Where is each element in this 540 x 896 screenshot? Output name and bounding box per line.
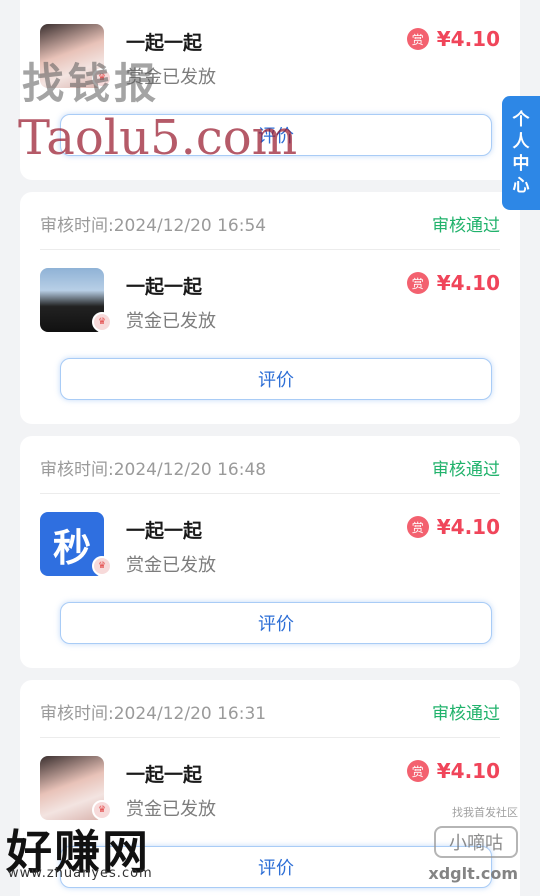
review-status: 审核通过 bbox=[432, 216, 500, 236]
reward-amount: ¥4.10 bbox=[436, 27, 500, 51]
card-header: 审核时间:2024/12/20 16:48 审核通过 bbox=[40, 436, 500, 494]
task-card: ♛ 一起一起 赏金已发放 赏 ¥4.10 评价 bbox=[20, 0, 520, 180]
rate-button[interactable]: 评价 bbox=[60, 846, 492, 888]
reward-icon: 赏 bbox=[406, 760, 429, 782]
task-status-text: 赏金已发放 bbox=[126, 799, 216, 820]
card-header: 审核时间:2024/12/20 16:31 审核通过 bbox=[40, 680, 500, 738]
vip-badge-icon: ♛ bbox=[92, 556, 112, 576]
review-time: 审核时间:2024/12/20 16:54 bbox=[40, 216, 267, 236]
reward-icon: 赏 bbox=[406, 516, 429, 538]
vip-badge-icon: ♛ bbox=[92, 68, 112, 88]
reward-icon: 赏 bbox=[406, 272, 429, 294]
task-title: 一起一起 bbox=[126, 520, 203, 542]
side-tab-char: 心 bbox=[512, 176, 530, 196]
review-status: 审核通过 bbox=[432, 704, 500, 724]
reward: 赏 ¥4.10 bbox=[406, 759, 500, 783]
task-card: 审核时间:2024/12/20 16:48 审核通过 秒 ♛ 一起一起 赏金已发… bbox=[20, 436, 520, 668]
reward-amount: ¥4.10 bbox=[436, 515, 500, 539]
card-header: 审核时间:2024/12/20 16:54 审核通过 bbox=[40, 192, 500, 250]
task-title: 一起一起 bbox=[126, 764, 203, 786]
review-time: 审核时间:2024/12/20 16:31 bbox=[40, 704, 267, 724]
task-title: 一起一起 bbox=[126, 276, 203, 298]
task-status-text: 赏金已发放 bbox=[126, 67, 216, 88]
rate-button[interactable]: 评价 bbox=[60, 602, 492, 644]
vip-badge-icon: ♛ bbox=[92, 800, 112, 820]
reward-amount: ¥4.10 bbox=[436, 759, 500, 783]
reward: 赏 ¥4.10 bbox=[406, 515, 500, 539]
task-card: 审核时间:2024/12/20 16:31 审核通过 ♛ 一起一起 赏金已发放 … bbox=[20, 680, 520, 896]
reward: 赏 ¥4.10 bbox=[406, 271, 500, 295]
rate-button[interactable]: 评价 bbox=[60, 114, 492, 156]
personal-center-tab[interactable]: 个 人 中 心 bbox=[502, 96, 540, 210]
vip-badge-icon: ♛ bbox=[92, 312, 112, 332]
side-tab-char: 个 bbox=[512, 110, 530, 130]
task-card: 审核时间:2024/12/20 16:54 审核通过 ♛ 一起一起 赏金已发放 … bbox=[20, 192, 520, 424]
task-title: 一起一起 bbox=[126, 32, 203, 54]
rate-button[interactable]: 评价 bbox=[60, 358, 492, 400]
reward: 赏 ¥4.10 bbox=[406, 27, 500, 51]
reward-icon: 赏 bbox=[406, 28, 429, 50]
side-tab-char: 中 bbox=[512, 154, 530, 174]
task-status-text: 赏金已发放 bbox=[126, 555, 216, 576]
review-time: 审核时间:2024/12/20 16:48 bbox=[40, 460, 267, 480]
reward-amount: ¥4.10 bbox=[436, 271, 500, 295]
side-tab-char: 人 bbox=[512, 132, 530, 152]
task-status-text: 赏金已发放 bbox=[126, 311, 216, 332]
review-status: 审核通过 bbox=[432, 460, 500, 480]
